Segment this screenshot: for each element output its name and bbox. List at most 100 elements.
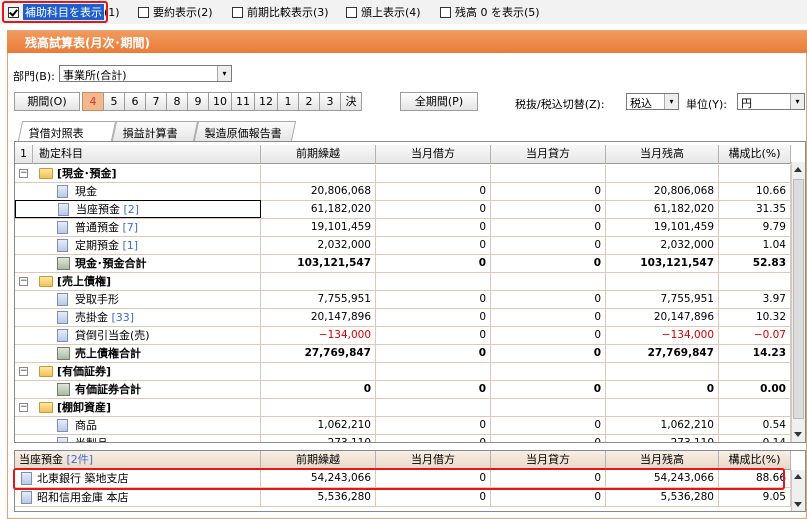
tab-manufacturing-cost[interactable]: 製造原価報告書 <box>193 121 297 141</box>
sub-title: 当座預金 <box>19 453 63 466</box>
period-month-button[interactable]: 2 <box>298 92 320 111</box>
zero-balance-checkbox[interactable]: 残高 0 を表示 (5) <box>440 4 540 20</box>
table-row[interactable]: 半製品273,11000273,1100.14 <box>15 435 805 442</box>
account-cell: 貸倒引当金(売) <box>15 327 261 344</box>
checkbox-icon[interactable] <box>346 6 357 18</box>
total-row[interactable]: 売上債権合計 27,769,847 0 0 27,769,847 14.23 <box>15 345 805 363</box>
empty-cell <box>261 363 376 380</box>
collapse-icon[interactable]: − <box>19 367 28 376</box>
folder-icon <box>39 402 53 413</box>
collapse-icon[interactable]: − <box>19 169 28 178</box>
table-row[interactable]: 当座預金 [2] 61,182,020 0 0 61,182,020 31.35 <box>15 200 805 219</box>
chevron-down-icon[interactable]: ▾ <box>664 94 678 109</box>
unit-select[interactable]: 円 ▾ <box>737 93 805 110</box>
account-name: 売上債権合計 <box>75 345 141 362</box>
checkbox-icon[interactable] <box>440 6 451 18</box>
period-month-button[interactable]: 12 <box>254 92 278 111</box>
group-row[interactable]: − [現金･預金] <box>15 165 805 183</box>
account-cell: 当座預金 [2] <box>15 200 261 218</box>
group-row[interactable]: − [有価証券] <box>15 363 805 381</box>
period-month-button[interactable]: 10 <box>208 92 232 111</box>
value-cell: 1,062,210 <box>261 417 376 434</box>
period-month-button[interactable]: 4 <box>82 92 104 111</box>
prior-compare-checkbox[interactable]: 前期比較表示 (3) <box>232 4 329 20</box>
subtotal-icon <box>57 257 70 270</box>
value-cell: 0 <box>606 381 719 398</box>
account-icon <box>58 203 69 216</box>
value-cell: 1,062,210 <box>606 417 719 434</box>
vertical-scrollbar[interactable] <box>791 162 805 442</box>
empty-cell <box>719 273 791 290</box>
department-label: 部門(B): <box>13 70 55 83</box>
account-cell: 現金･預金合計 <box>15 255 261 272</box>
collapse-icon[interactable]: − <box>19 403 28 412</box>
group-row[interactable]: − [売上債権] <box>15 273 805 291</box>
shortcut-label: (4) <box>405 5 421 19</box>
highlight-box <box>2 1 108 23</box>
period-month-button[interactable]: 決 <box>340 92 362 111</box>
scroll-up-icon[interactable] <box>794 474 802 479</box>
period-month-button[interactable]: 8 <box>166 92 188 111</box>
value-cell: 273,110 <box>261 435 376 442</box>
tax-select[interactable]: 税込 ▾ <box>626 93 679 110</box>
table-row[interactable]: 現金 20,806,068 0 0 20,806,068 10.66 <box>15 183 805 201</box>
checkbox-icon[interactable] <box>138 6 149 18</box>
ranking-checkbox[interactable]: 頒上表示 (4) <box>346 4 421 20</box>
table-row[interactable]: 商品 1,062,210 0 0 1,062,210 0.54 <box>15 417 805 435</box>
period-month-button[interactable]: 5 <box>103 92 125 111</box>
sub-vertical-scrollbar[interactable] <box>791 470 805 511</box>
table-row[interactable]: 貸倒引当金(売) −134,000 0 0 −134,000 −0.07 <box>15 327 805 345</box>
account-name: 売掛金 [33] <box>75 309 134 326</box>
scroll-thumb[interactable] <box>793 179 804 419</box>
value-cell: −134,000 <box>606 327 719 344</box>
account-label: 売掛金 <box>75 311 108 324</box>
period-month-button[interactable]: 3 <box>319 92 341 111</box>
table-row[interactable]: 定期預金 [1] 2,032,000 0 0 2,032,000 1.04 <box>15 237 805 255</box>
value-cell: 0 <box>376 255 491 272</box>
all-period-button[interactable]: 全期間(P) <box>400 92 478 111</box>
empty-cell <box>606 165 719 182</box>
value-cell: 10.66 <box>719 183 791 200</box>
period-month-button[interactable]: 6 <box>124 92 146 111</box>
tab-balance-sheet[interactable]: 貸借対照表 <box>17 121 117 141</box>
empty-cell <box>261 165 376 182</box>
scroll-down-icon[interactable] <box>794 502 802 507</box>
collapse-icon[interactable]: − <box>19 277 28 286</box>
summary-view-checkbox[interactable]: 要約表示 (2) <box>138 4 213 20</box>
tab-income-statement[interactable]: 損益計算書 <box>111 121 199 141</box>
empty-cell <box>261 273 376 290</box>
value-cell: 10.32 <box>719 309 791 326</box>
value-cell: 0 <box>376 345 491 362</box>
total-row[interactable]: 現金･預金合計 103,121,547 0 0 103,121,547 52.83 <box>15 255 805 273</box>
value-cell: 0 <box>491 489 606 506</box>
period-month-button[interactable]: 1 <box>277 92 299 111</box>
department-select[interactable]: 事業所(合計) ▾ <box>59 65 232 82</box>
checkbox-icon[interactable] <box>232 6 243 18</box>
scroll-up-icon[interactable] <box>794 167 802 172</box>
chevron-down-icon[interactable]: ▾ <box>217 66 231 81</box>
chevron-down-icon[interactable]: ▾ <box>790 94 804 109</box>
table-row[interactable]: 受取手形 7,755,951 0 0 7,755,951 3.97 <box>15 291 805 309</box>
sub-account-cell: 昭和信用金庫 本店 <box>15 489 261 506</box>
value-cell: 7,755,951 <box>261 291 376 308</box>
empty-cell <box>606 363 719 380</box>
value-cell: 9.79 <box>719 219 791 236</box>
total-row[interactable]: 有価証券合計 0 0 0 0 0.00 <box>15 381 805 399</box>
period-month-button[interactable]: 7 <box>145 92 167 111</box>
table-row[interactable]: 普通預金 [7] 19,101,459 0 0 19,101,459 9.79 <box>15 219 805 237</box>
sub-account-row[interactable]: 昭和信用金庫 本店 5,536,280 0 0 5,536,280 9.05 <box>15 489 805 507</box>
value-cell: 0 <box>491 345 606 362</box>
scroll-down-icon[interactable] <box>794 432 802 437</box>
table-row[interactable]: 売掛金 [33] 20,147,896 0 0 20,147,896 10.32 <box>15 309 805 327</box>
period-month-button[interactable]: 11 <box>231 92 255 111</box>
period-month-button[interactable]: 9 <box>187 92 209 111</box>
value-cell: 0.00 <box>719 381 791 398</box>
account-icon <box>57 293 68 306</box>
group-row[interactable]: − [棚卸資産] <box>15 399 805 417</box>
account-icon <box>57 311 68 324</box>
period-label-button[interactable]: 期間(O) <box>14 92 80 111</box>
value-cell: 27,769,847 <box>606 345 719 362</box>
value-cell: 0 <box>491 291 606 308</box>
value-cell: 273,110 <box>606 435 719 442</box>
account-label: 貸倒引当金(売) <box>75 329 150 342</box>
